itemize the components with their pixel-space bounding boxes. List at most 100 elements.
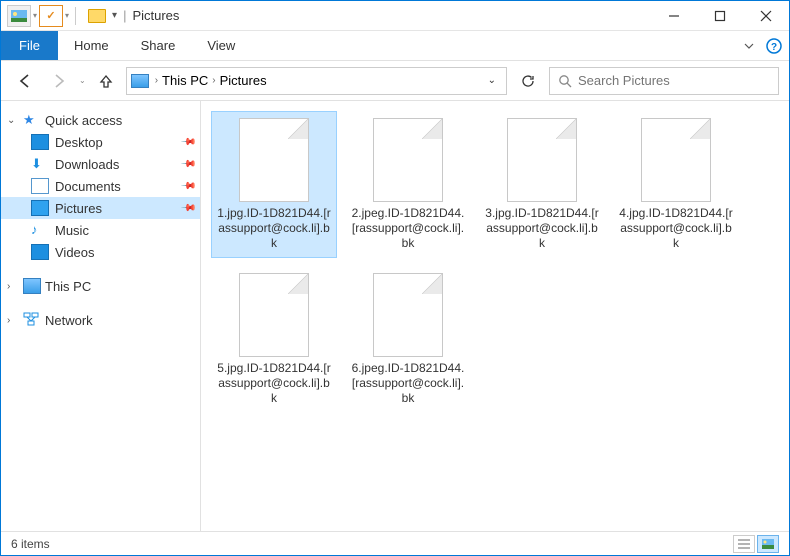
breadcrumb-current-label: Pictures [220, 73, 267, 88]
view-switcher [733, 535, 779, 553]
pc-icon [23, 278, 41, 294]
qat-caret-icon[interactable]: ▾ [33, 11, 37, 20]
chevron-right-icon[interactable]: › [212, 75, 215, 86]
maximize-button[interactable] [697, 1, 743, 31]
sidebar-item-label: Pictures [55, 201, 102, 216]
pin-icon: 📌 [179, 200, 196, 217]
file-list[interactable]: 1.jpg.ID-1D821D44.[rassupport@cock.li].b… [201, 101, 789, 531]
quick-access-toolbar: ▾ ✓ ▾ [1, 5, 80, 27]
sidebar-item-pictures[interactable]: Pictures 📌 [1, 197, 200, 219]
refresh-icon [521, 74, 535, 88]
qat-caret2-icon[interactable]: ▾ [65, 11, 69, 20]
pin-icon: 📌 [179, 156, 196, 173]
sidebar-this-pc-label: This PC [45, 279, 91, 294]
window-title: ▾ | Pictures [88, 8, 179, 23]
ribbon-expand-button[interactable] [739, 31, 759, 60]
view-thumbnails-button[interactable] [757, 535, 779, 553]
pc-icon [131, 74, 149, 88]
refresh-button[interactable] [513, 67, 543, 95]
forward-arrow-icon [51, 73, 67, 89]
sidebar-item-label: Videos [55, 245, 95, 260]
breadcrumb-root[interactable]: This PC › [162, 73, 216, 88]
tab-view[interactable]: View [191, 31, 251, 60]
sidebar-network-label: Network [45, 313, 93, 328]
file-item[interactable]: 3.jpg.ID-1D821D44.[rassupport@cock.li].b… [479, 111, 605, 258]
file-icon [373, 118, 443, 202]
minimize-button[interactable] [651, 1, 697, 31]
pictures-icon [31, 200, 49, 216]
sidebar-item-videos[interactable]: Videos [1, 241, 200, 263]
details-view-icon [738, 539, 750, 549]
star-icon: ★ [23, 112, 41, 128]
file-name: 3.jpg.ID-1D821D44.[rassupport@cock.li].b… [484, 206, 600, 251]
help-icon: ? [766, 38, 782, 54]
desktop-icon [31, 134, 49, 150]
window-controls [651, 1, 789, 31]
minimize-icon [668, 10, 680, 22]
sidebar-this-pc[interactable]: › This PC [1, 275, 200, 297]
breadcrumb-current[interactable]: Pictures [220, 73, 267, 88]
file-icon [641, 118, 711, 202]
file-menu[interactable]: File [1, 31, 58, 60]
navbar: ⌄ › This PC › Pictures ⌄ [1, 61, 789, 101]
file-icon [373, 273, 443, 357]
file-icon [239, 273, 309, 357]
pin-icon: 📌 [179, 178, 196, 195]
forward-button[interactable] [45, 67, 73, 95]
search-icon [558, 74, 572, 88]
file-icon [239, 118, 309, 202]
file-item[interactable]: 4.jpg.ID-1D821D44.[rassupport@cock.li].b… [613, 111, 739, 258]
properties-check-icon[interactable]: ✓ [39, 5, 63, 27]
pin-icon: 📌 [179, 134, 196, 151]
ribbon: File Home Share View ? [1, 31, 789, 61]
sidebar-quick-access-label: Quick access [45, 113, 122, 128]
sidebar-network[interactable]: › Network [1, 309, 200, 331]
sidebar-item-documents[interactable]: Documents 📌 [1, 175, 200, 197]
chevron-right-icon[interactable]: › [7, 315, 19, 326]
tab-share[interactable]: Share [125, 31, 192, 60]
close-button[interactable] [743, 1, 789, 31]
sidebar-item-label: Desktop [55, 135, 103, 150]
tab-home[interactable]: Home [58, 31, 125, 60]
history-caret-icon[interactable]: ⌄ [79, 76, 86, 85]
back-arrow-icon [17, 73, 33, 89]
up-button[interactable] [92, 67, 120, 95]
search-input[interactable] [578, 73, 770, 88]
sidebar-item-label: Documents [55, 179, 121, 194]
file-name: 4.jpg.ID-1D821D44.[rassupport@cock.li].b… [618, 206, 734, 251]
folder-icon [88, 9, 106, 23]
maximize-icon [714, 10, 726, 22]
address-bar[interactable]: › This PC › Pictures ⌄ [126, 67, 507, 95]
title-caret-icon[interactable]: ▾ [112, 10, 117, 21]
sidebar: ⌄ ★ Quick access Desktop 📌 ⬇ Downloads 📌… [1, 101, 201, 531]
title-separator: | [123, 8, 126, 23]
file-name: 6.jpeg.ID-1D821D44.[rassupport@cock.li].… [350, 361, 466, 406]
address-dropdown-button[interactable]: ⌄ [482, 75, 502, 86]
statusbar: 6 items [1, 531, 789, 555]
sidebar-item-music[interactable]: ♪ Music [1, 219, 200, 241]
chevron-right-icon[interactable]: › [155, 75, 158, 86]
documents-icon [31, 178, 49, 194]
svg-text:?: ? [771, 42, 777, 53]
file-icon [507, 118, 577, 202]
view-details-button[interactable] [733, 535, 755, 553]
titlebar: ▾ ✓ ▾ ▾ | Pictures [1, 1, 789, 31]
chevron-right-icon[interactable]: › [7, 281, 19, 292]
qat-separator [75, 7, 76, 25]
back-button[interactable] [11, 67, 39, 95]
close-icon [760, 10, 772, 22]
chevron-down-icon[interactable]: ⌄ [7, 115, 19, 126]
file-item[interactable]: 5.jpg.ID-1D821D44.[rassupport@cock.li].b… [211, 266, 337, 413]
sidebar-item-desktop[interactable]: Desktop 📌 [1, 131, 200, 153]
help-button[interactable]: ? [759, 31, 789, 60]
file-name: 5.jpg.ID-1D821D44.[rassupport@cock.li].b… [216, 361, 332, 406]
file-item[interactable]: 6.jpeg.ID-1D821D44.[rassupport@cock.li].… [345, 266, 471, 413]
file-item[interactable]: 1.jpg.ID-1D821D44.[rassupport@cock.li].b… [211, 111, 337, 258]
explorer-app-icon[interactable] [7, 5, 31, 27]
search-box[interactable] [549, 67, 779, 95]
sidebar-item-downloads[interactable]: ⬇ Downloads 📌 [1, 153, 200, 175]
file-item[interactable]: 2.jpeg.ID-1D821D44.[rassupport@cock.li].… [345, 111, 471, 258]
sidebar-quick-access[interactable]: ⌄ ★ Quick access [1, 109, 200, 131]
window-title-text: Pictures [132, 8, 179, 23]
sidebar-item-label: Music [55, 223, 89, 238]
